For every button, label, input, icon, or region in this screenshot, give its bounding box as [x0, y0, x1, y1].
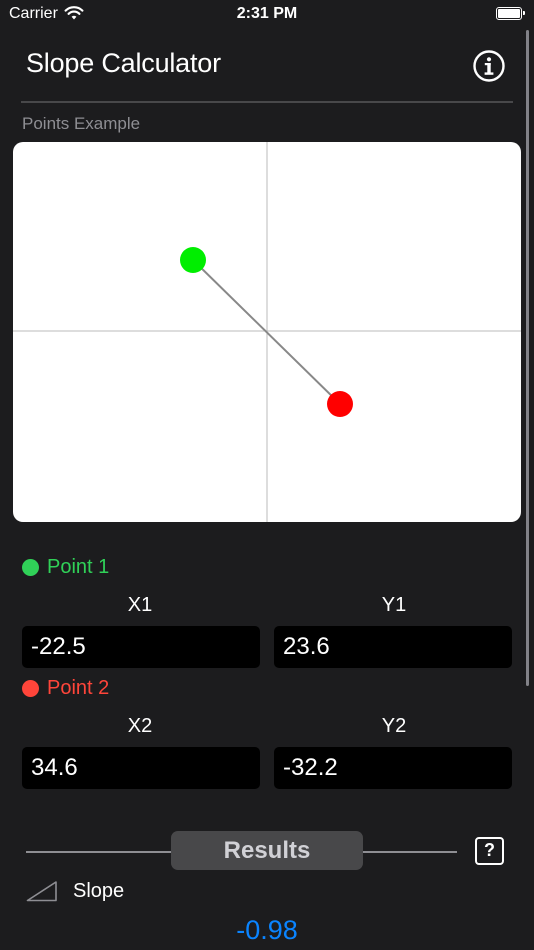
y2-label: Y2: [381, 715, 407, 737]
status-bar: Carrier 2:31 PM: [0, 0, 534, 30]
point1-header: Point 1: [22, 556, 109, 579]
point2-label: Point 2: [47, 677, 110, 699]
slope-label: Slope: [73, 880, 125, 902]
point2-dot-icon: [22, 680, 39, 697]
y2-input[interactable]: [274, 747, 512, 789]
battery-icon: [496, 7, 525, 20]
points-graph: [13, 142, 521, 522]
slope-icon: [26, 881, 57, 902]
status-time: 2:31 PM: [236, 5, 298, 22]
scroll-indicator[interactable]: [526, 30, 529, 686]
point1-dot-icon: [22, 559, 39, 576]
point2-marker[interactable]: [327, 391, 353, 417]
results-header: Results: [171, 831, 363, 870]
x1-label: X1: [127, 594, 153, 616]
results-divider-right: [363, 851, 457, 853]
slope-value: -0.98: [236, 915, 298, 945]
x2-label: X2: [127, 715, 153, 737]
y1-label: Y1: [381, 594, 407, 616]
point1-marker[interactable]: [180, 247, 206, 273]
y1-input[interactable]: [274, 626, 512, 668]
results-divider-left: [26, 851, 172, 853]
points-graph-canvas: [13, 142, 521, 522]
graph-caption: Points Example: [22, 114, 141, 133]
help-button[interactable]: ?: [475, 837, 504, 865]
point2-header: Point 2: [22, 677, 109, 700]
x1-input[interactable]: [22, 626, 260, 668]
point1-label: Point 1: [47, 556, 110, 578]
x2-input[interactable]: [22, 747, 260, 789]
header-divider: [21, 101, 513, 103]
page-title: Slope Calculator: [26, 48, 221, 78]
info-icon[interactable]: [472, 49, 506, 83]
